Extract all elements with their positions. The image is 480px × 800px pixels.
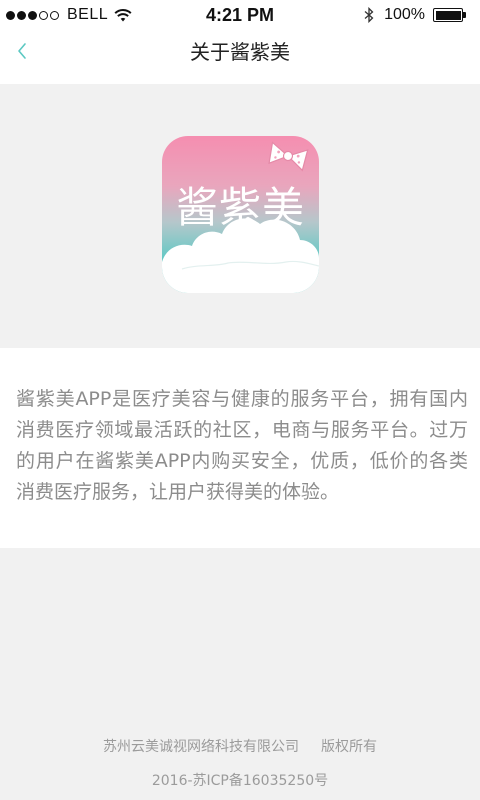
intro-section: 酱紫美APP是医疗美容与健康的服务平台，拥有国内消费医疗领域最活跃的社区，电商与… [0, 348, 480, 548]
navigation-bar: 关于酱紫美 [0, 32, 480, 84]
icp-number: 2016-苏ICP备16035250号 [151, 773, 329, 789]
footer-copyright: 苏州云美诚视网络科技有限公司 版权所有 [0, 736, 480, 766]
status-bar: BELL 4:21 PM 100% [0, 0, 480, 32]
chevron-left-icon [18, 43, 26, 59]
app-description: 酱紫美APP是医疗美容与健康的服务平台，拥有国内消费医疗领域最活跃的社区，电商与… [16, 388, 468, 503]
battery-percent: 100% [384, 6, 425, 23]
rights-text: 版权所有 [321, 739, 377, 755]
footer: 苏州云美诚视网络科技有限公司 版权所有 2016-苏ICP备16035250号 [0, 736, 480, 790]
app-icon: 酱紫美 [162, 136, 319, 293]
back-button[interactable] [4, 32, 44, 84]
app-icon-section: 酱紫美 [0, 84, 480, 348]
status-right: 100% [364, 6, 466, 24]
company-name: 苏州云美诚视网络科技有限公司 [103, 739, 299, 755]
app-logo-text: 酱紫美 [175, 183, 305, 232]
battery-icon [433, 8, 466, 22]
page-title: 关于酱紫美 [190, 40, 290, 64]
bluetooth-icon [364, 7, 374, 23]
